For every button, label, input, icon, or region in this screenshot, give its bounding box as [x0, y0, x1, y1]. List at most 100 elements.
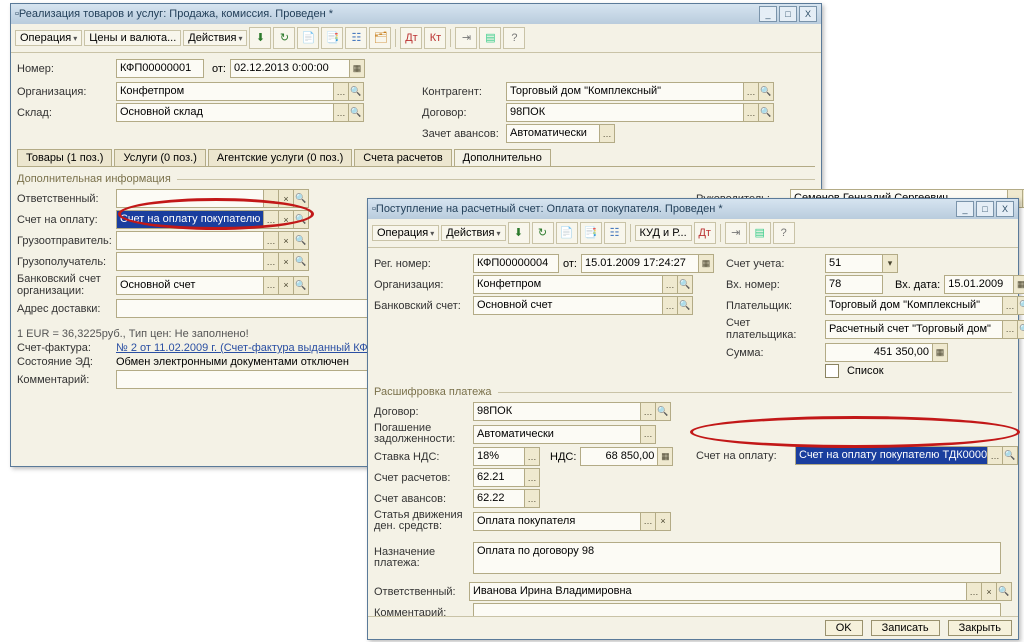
dogovor-field[interactable]: 98ПОК	[506, 103, 744, 122]
incoming-date-field[interactable]: 15.01.2009	[944, 275, 1014, 294]
menu-operation[interactable]: Операция▾	[15, 30, 82, 46]
label: Организация:	[17, 86, 112, 98]
tb-icon[interactable]: ⬇	[249, 27, 271, 49]
menu-kud[interactable]: КУД и Р...	[635, 225, 692, 241]
tabs: Товары (1 поз.) Услуги (0 поз.) Агентски…	[17, 149, 815, 166]
invoice-field[interactable]: Счет на оплату покупателю ТДК000001	[795, 446, 988, 465]
avans-field[interactable]: Автоматически	[506, 124, 600, 143]
search-icon[interactable]: 🔍	[759, 82, 774, 101]
window-title: Реализация товаров и услуг: Продажа, ком…	[19, 8, 757, 20]
responsible-field[interactable]	[116, 189, 264, 208]
payer-field[interactable]: Торговый дом "Комплексный"	[825, 296, 1003, 315]
sklad-field[interactable]: Основной склад	[116, 103, 334, 122]
account-field[interactable]: 51	[825, 254, 883, 273]
purpose-field[interactable]: Оплата по договору 98	[473, 542, 1001, 574]
calendar-icon[interactable]: ▦	[1014, 275, 1024, 294]
select-icon[interactable]: …	[600, 124, 615, 143]
tb-icon[interactable]: ⇥	[455, 27, 477, 49]
label: Контрагент:	[422, 86, 502, 98]
tab-goods[interactable]: Товары (1 поз.)	[17, 149, 112, 166]
kontragent-field[interactable]: Торговый дом "Комплексный"	[506, 82, 744, 101]
tab-accounts[interactable]: Счета расчетов	[354, 149, 451, 166]
maximize-button[interactable]: □	[779, 6, 797, 22]
menu-operation[interactable]: Операция▾	[372, 225, 439, 241]
number-field[interactable]: КФП00000001	[116, 59, 204, 78]
menu-actions[interactable]: Действия▾	[441, 225, 505, 241]
search-icon[interactable]: 🔍	[294, 210, 309, 229]
calc-icon[interactable]: ▦	[933, 343, 948, 362]
toolbar: Операция▾ Действия▾ ⬇ ↻ 📄 📑 ☷ КУД и Р...…	[368, 219, 1018, 248]
label: Договор:	[422, 107, 502, 119]
repayment-field[interactable]: Автоматически	[473, 425, 641, 444]
clear-icon[interactable]: ×	[279, 210, 294, 229]
label: Ответственный:	[17, 193, 112, 205]
date-field[interactable]: 02.12.2013 0:00:00	[230, 59, 350, 78]
vat-rate-field[interactable]: 18%	[473, 447, 525, 466]
vat-amount-field[interactable]: 68 850,00	[580, 447, 658, 466]
clear-icon[interactable]: ×	[279, 189, 294, 208]
advance-account-field[interactable]: 62.22	[473, 489, 525, 508]
consignee-field[interactable]	[116, 252, 264, 271]
tb-icon[interactable]: ☷	[345, 27, 367, 49]
search-icon[interactable]: 🔍	[759, 103, 774, 122]
tab-additional[interactable]: Дополнительно	[454, 149, 551, 166]
responsible-field[interactable]: Иванова Ирина Владимировна	[469, 582, 967, 601]
calendar-icon[interactable]: ▦	[350, 59, 365, 78]
invoice-field[interactable]: Счет на оплату покупателю	[116, 210, 264, 229]
org-field[interactable]: Конфетпром	[473, 275, 663, 294]
calendar-icon[interactable]: ▦	[699, 254, 714, 273]
minimize-button[interactable]: _	[759, 6, 777, 22]
tb-icon[interactable]: Дт	[400, 27, 422, 49]
select-icon[interactable]: …	[744, 82, 759, 101]
payer-account-field[interactable]: Расчетный счет "Торговый дом"	[825, 320, 1003, 339]
euro-rate: 1 EUR = 36,3225руб., Тип цен: Не заполне…	[17, 328, 249, 340]
close-button[interactable]: X	[799, 6, 817, 22]
tab-services[interactable]: Услуги (0 поз.)	[114, 149, 205, 166]
label: Счет-фактура:	[17, 342, 112, 354]
select-icon[interactable]: …	[334, 103, 349, 122]
save-button[interactable]: Записать	[871, 620, 940, 636]
titlebar: ▫ Реализация товаров и услуг: Продажа, к…	[11, 4, 821, 24]
maximize-button[interactable]: □	[976, 201, 994, 217]
chevron-down-icon[interactable]: ▾	[883, 254, 898, 273]
shipper-field[interactable]	[116, 231, 264, 250]
select-icon[interactable]: …	[264, 210, 279, 229]
bank-field[interactable]: Основной счет	[473, 296, 663, 315]
select-icon[interactable]: …	[264, 189, 279, 208]
tb-icon[interactable]: 📄	[297, 27, 319, 49]
tb-icon[interactable]: 🗂	[369, 27, 391, 49]
search-icon[interactable]: 🔍	[294, 189, 309, 208]
minimize-button[interactable]: _	[956, 201, 974, 217]
cashflow-field[interactable]: Оплата покупателя	[473, 512, 641, 531]
select-icon[interactable]: …	[744, 103, 759, 122]
search-icon[interactable]: 🔍	[349, 82, 364, 101]
sum-field[interactable]: 451 350,00	[825, 343, 933, 362]
menu-actions[interactable]: Действия▾	[183, 30, 247, 46]
close-doc-button[interactable]: Закрыть	[948, 620, 1012, 636]
bank-field[interactable]: Основной счет	[116, 276, 264, 295]
contract-field[interactable]: 98ПОК	[473, 402, 641, 421]
close-button[interactable]: X	[996, 201, 1014, 217]
org-field[interactable]: Конфетпром	[116, 82, 334, 101]
search-icon[interactable]: 🔍	[349, 103, 364, 122]
select-icon[interactable]: …	[334, 82, 349, 101]
list-checkbox[interactable]	[825, 364, 839, 378]
tb-icon[interactable]: ▤	[479, 27, 501, 49]
tb-icon[interactable]: ↻	[273, 27, 295, 49]
tb-icon[interactable]: Кт	[424, 27, 446, 49]
label: Банковский счет организации:	[17, 273, 112, 297]
label: Состояние ЭД:	[17, 356, 112, 368]
tb-icon[interactable]: 📑	[321, 27, 343, 49]
label: Зачет авансов:	[422, 128, 502, 140]
section-title: Дополнительная информация	[17, 173, 171, 185]
incoming-number-field[interactable]: 78	[825, 275, 883, 294]
ok-button[interactable]: OK	[825, 620, 863, 636]
menu-price[interactable]: Цены и валюта...	[84, 30, 181, 46]
tb-icon[interactable]: ?	[503, 27, 525, 49]
settlement-account-field[interactable]: 62.21	[473, 468, 525, 487]
date-field[interactable]: 15.01.2009 17:24:27	[581, 254, 699, 273]
label: Номер:	[17, 63, 112, 75]
titlebar: ▫ Поступление на расчетный счет: Оплата …	[368, 199, 1018, 219]
tab-agent[interactable]: Агентские услуги (0 поз.)	[208, 149, 352, 166]
reg-number-field[interactable]: КФП00000004	[473, 254, 559, 273]
